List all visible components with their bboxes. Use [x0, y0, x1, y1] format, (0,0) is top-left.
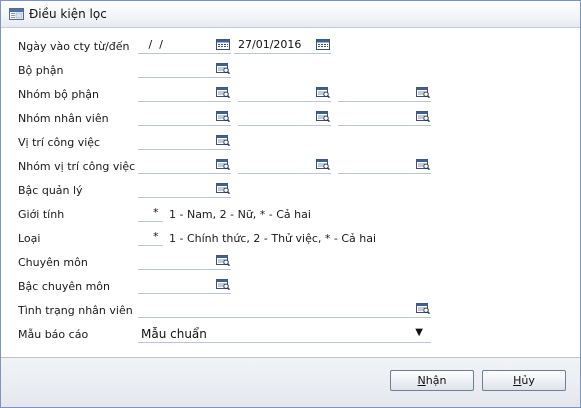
date-range-label: Ngày vào cty từ/đến	[18, 40, 130, 53]
nhom-bo-phan-field-2[interactable]	[238, 86, 331, 102]
title-bar: Điều kiện lọc	[1, 1, 580, 28]
gioi-tinh-label: Giới tính	[18, 208, 65, 221]
nhom-nhan-vien-field-3[interactable]	[338, 110, 431, 126]
date-from-value: / /	[145, 38, 163, 51]
mau-bao-cao-select[interactable]: Mẫu chuẩn ▼	[138, 326, 431, 343]
mau-bao-cao-value: Mẫu chuẩn	[141, 327, 207, 341]
window-icon	[9, 8, 24, 20]
loai-label: Loại	[18, 232, 41, 245]
lookup-icon[interactable]	[316, 159, 330, 170]
dialog-title: Điều kiện lọc	[29, 7, 107, 21]
lookup-icon[interactable]	[216, 255, 230, 266]
mau-bao-cao-label: Mẫu báo cáo	[18, 328, 89, 341]
date-to-field[interactable]: 27/01/2016	[234, 38, 331, 54]
date-to-value: 27/01/2016	[238, 38, 302, 51]
cancel-button-label: ủy	[521, 374, 535, 387]
lookup-icon[interactable]	[316, 111, 330, 122]
loai-value: *	[153, 230, 159, 243]
lookup-icon[interactable]	[216, 135, 230, 146]
lookup-icon[interactable]	[416, 159, 430, 170]
lookup-icon[interactable]	[216, 159, 230, 170]
chevron-down-icon[interactable]: ▼	[415, 327, 423, 338]
chuyen-mon-label: Chuyên môn	[18, 256, 88, 269]
calendar-icon[interactable]	[316, 39, 330, 50]
bac-quan-ly-field[interactable]	[138, 182, 231, 198]
nhom-nhan-vien-label: Nhóm nhân viên	[18, 112, 109, 125]
bac-chuyen-mon-field[interactable]	[138, 278, 231, 294]
vi-tri-cong-viec-label: Vị trí công việc	[18, 136, 101, 149]
nhom-bo-phan-label: Nhóm bộ phận	[18, 88, 100, 101]
nhom-vi-tri-cong-viec-field-1[interactable]	[138, 158, 231, 174]
nhom-vi-tri-cong-viec-label: Nhóm vị trí công việc	[18, 160, 136, 173]
lookup-icon[interactable]	[216, 111, 230, 122]
filter-dialog: Điều kiện lọc Ngày vào cty từ/đến / / 27…	[0, 0, 581, 408]
chuyen-mon-field[interactable]	[138, 254, 231, 270]
lookup-icon[interactable]	[416, 111, 430, 122]
lookup-icon[interactable]	[416, 87, 430, 98]
gioi-tinh-hint: 1 - Nam, 2 - Nữ, * - Cả hai	[169, 208, 311, 221]
calendar-icon[interactable]	[216, 39, 230, 50]
lookup-icon[interactable]	[316, 87, 330, 98]
bac-quan-ly-label: Bậc quản lý	[18, 184, 83, 197]
gioi-tinh-value: *	[153, 206, 159, 219]
nhom-vi-tri-cong-viec-field-2[interactable]	[238, 158, 331, 174]
lookup-icon[interactable]	[216, 183, 230, 194]
bac-chuyen-mon-label: Bậc chuyên môn	[18, 280, 110, 293]
bo-phan-field[interactable]	[138, 62, 231, 78]
bo-phan-label: Bộ phận	[18, 64, 64, 77]
nhom-nhan-vien-field-2[interactable]	[238, 110, 331, 126]
lookup-icon[interactable]	[216, 63, 230, 74]
loai-hint: 1 - Chính thức, 2 - Thử việc, * - Cả hai	[169, 232, 377, 245]
lookup-icon[interactable]	[416, 303, 430, 314]
date-from-field[interactable]: / /	[138, 38, 231, 54]
tinh-trang-nhan-vien-label: Tình trạng nhân viên	[18, 304, 133, 317]
nhom-bo-phan-field-1[interactable]	[138, 86, 231, 102]
tinh-trang-nhan-vien-field[interactable]	[138, 302, 431, 318]
loai-field[interactable]: *	[138, 230, 163, 246]
nhom-nhan-vien-field-1[interactable]	[138, 110, 231, 126]
nhom-bo-phan-field-3[interactable]	[338, 86, 431, 102]
ok-button[interactable]: Nhận	[390, 370, 474, 391]
vi-tri-cong-viec-field[interactable]	[138, 134, 231, 150]
ok-button-label: hận	[425, 374, 447, 387]
lookup-icon[interactable]	[216, 279, 230, 290]
gioi-tinh-field[interactable]: *	[138, 206, 163, 222]
ok-button-mnemonic: N	[417, 374, 426, 387]
lookup-icon[interactable]	[216, 87, 230, 98]
nhom-vi-tri-cong-viec-field-3[interactable]	[338, 158, 431, 174]
cancel-button[interactable]: Hủy	[482, 370, 566, 391]
